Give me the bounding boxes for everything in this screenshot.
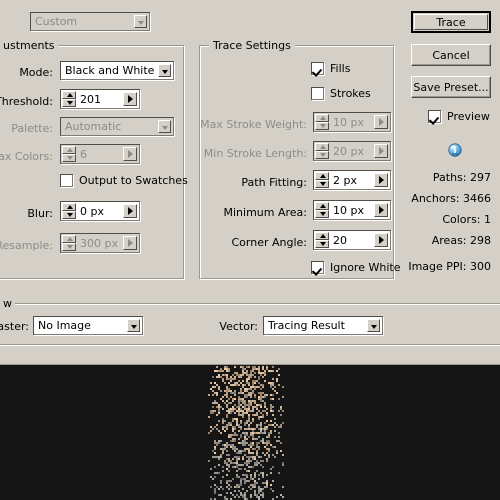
preview-checkbox[interactable]: Preview — [428, 110, 490, 123]
stat-image-ppi: Image PPI: 300 — [408, 260, 491, 273]
stepper-arrows-icon — [315, 143, 329, 159]
chevron-down-icon — [158, 120, 171, 133]
stepper-arrows-icon[interactable] — [62, 91, 76, 107]
chevron-down-icon[interactable] — [127, 319, 140, 332]
stepper-arrows-icon — [62, 235, 76, 251]
output-to-swatches-label: Output to Swatches — [79, 174, 188, 187]
min-stroke-length-label: Min Stroke Length: — [203, 147, 307, 160]
palette-dropdown: Automatic — [60, 117, 174, 136]
resample-label: Resample: — [0, 239, 53, 252]
path-fitting-label: Path Fitting: — [241, 176, 307, 189]
stepper-arrows-icon[interactable] — [315, 202, 329, 218]
blur-label: Blur: — [27, 207, 53, 220]
blur-stepper[interactable]: 0 px — [60, 201, 140, 221]
adjustments-group-title: ustments — [0, 39, 58, 52]
save-preset-button-label: Save Preset... — [413, 80, 489, 94]
checkbox-box[interactable] — [311, 261, 324, 274]
chevron-down-icon[interactable] — [367, 319, 380, 332]
stepper-arrows-icon — [315, 114, 329, 130]
preset-value: Custom — [35, 15, 78, 28]
min-stroke-length-value: 20 px — [333, 145, 364, 158]
checkbox-box[interactable] — [428, 110, 441, 123]
live-trace-dialog: Custom ustments Mode: Black and White Th… — [0, 0, 500, 365]
flyout-arrow-icon — [123, 236, 137, 250]
mode-label: Mode: — [19, 66, 53, 79]
stepper-arrows-icon[interactable] — [62, 203, 76, 219]
raster-label: aster: — [0, 320, 29, 333]
flyout-arrow-icon[interactable] — [123, 204, 137, 218]
stat-colors: Colors: 1 — [442, 213, 491, 226]
stat-anchors: Anchors: 3466 — [411, 192, 491, 205]
resample-value: 300 px — [80, 237, 118, 250]
save-preset-button[interactable]: Save Preset... — [411, 76, 491, 98]
preview-group-title: w — [0, 297, 15, 310]
max-colors-label: Max Colors: — [0, 150, 53, 163]
corner-angle-value: 20 — [333, 234, 347, 247]
info-icon — [447, 143, 463, 159]
corner-angle-label: Corner Angle: — [231, 236, 307, 249]
chevron-down-icon[interactable] — [134, 15, 147, 28]
raster-value: No Image — [38, 319, 91, 332]
fills-label: Fills — [330, 62, 351, 75]
vector-label: Vector: — [219, 320, 258, 333]
traced-image-preview — [208, 366, 284, 500]
trace-button[interactable]: Trace — [411, 11, 491, 33]
mode-dropdown[interactable]: Black and White — [60, 61, 174, 80]
trace-settings-group-title: Trace Settings — [209, 39, 295, 52]
palette-value: Automatic — [65, 120, 122, 133]
threshold-label: Threshold: — [0, 95, 53, 108]
minimum-area-value: 10 px — [333, 204, 364, 217]
flyout-arrow-icon — [123, 147, 137, 161]
live-trace-screen: Custom ustments Mode: Black and White Th… — [0, 0, 500, 500]
mode-value: Black and White — [65, 64, 155, 77]
stepper-arrows-icon[interactable] — [315, 232, 329, 248]
max-colors-value: 6 — [80, 148, 87, 161]
checkbox-box[interactable] — [311, 87, 324, 100]
flyout-arrow-icon — [374, 144, 388, 158]
checkbox-box[interactable] — [311, 62, 324, 75]
flyout-arrow-icon[interactable] — [123, 92, 137, 106]
cancel-button-label: Cancel — [432, 48, 470, 62]
stat-paths: Paths: 297 — [432, 171, 491, 184]
stat-areas: Areas: 298 — [431, 234, 491, 247]
fills-checkbox[interactable]: Fills — [311, 62, 350, 75]
stepper-arrows-icon[interactable] — [315, 172, 329, 188]
preview-label: Preview — [447, 110, 490, 123]
trace-button-label: Trace — [436, 15, 466, 29]
minimum-area-label: Minimum Area: — [223, 206, 308, 219]
chevron-down-icon[interactable] — [158, 64, 171, 77]
output-to-swatches-checkbox[interactable]: Output to Swatches — [60, 174, 188, 187]
strokes-label: Strokes — [330, 87, 371, 100]
preset-dropdown[interactable]: Custom — [30, 12, 150, 31]
vector-dropdown[interactable]: Tracing Result — [263, 316, 383, 335]
threshold-stepper[interactable]: 201 — [60, 89, 140, 109]
palette-label: Palette: — [11, 122, 53, 135]
max-colors-stepper: 6 — [60, 144, 140, 164]
max-stroke-weight-stepper: 10 px — [313, 112, 391, 132]
document-canvas[interactable] — [0, 366, 500, 500]
max-stroke-weight-value: 10 px — [333, 116, 364, 129]
threshold-value: 201 — [80, 93, 101, 106]
min-stroke-length-stepper: 20 px — [313, 141, 391, 161]
cancel-button[interactable]: Cancel — [411, 44, 491, 66]
max-stroke-weight-label: Max Stroke Weight: — [200, 118, 307, 131]
flyout-arrow-icon — [374, 115, 388, 129]
blur-value: 0 px — [80, 205, 104, 218]
stepper-arrows-icon — [62, 146, 76, 162]
strokes-checkbox[interactable]: Strokes — [311, 87, 371, 100]
checkbox-box[interactable] — [60, 174, 73, 187]
path-fitting-value: 2 px — [333, 174, 357, 187]
resample-stepper: 300 px — [60, 233, 140, 253]
vector-value: Tracing Result — [268, 319, 345, 332]
raster-dropdown[interactable]: No Image — [33, 316, 143, 335]
